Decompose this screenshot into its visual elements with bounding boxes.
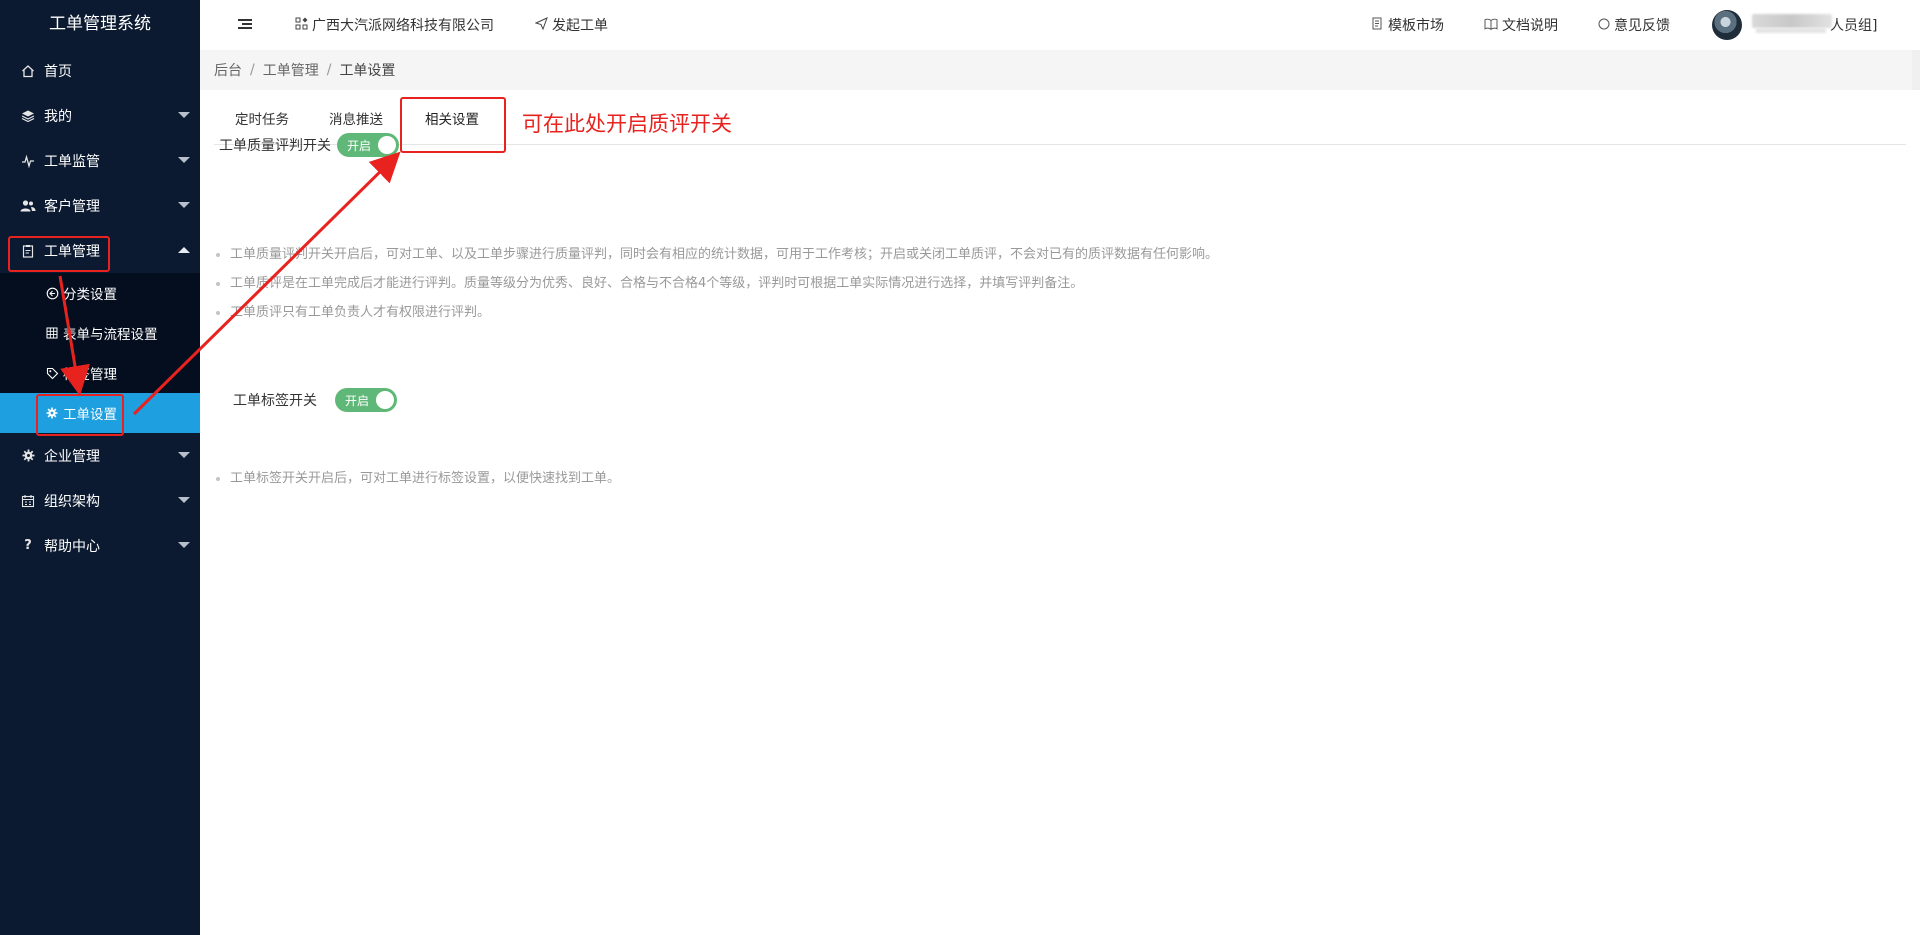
chevron-down-icon: [178, 542, 190, 548]
question-icon: ?: [24, 538, 32, 553]
chevron-down-icon: [178, 157, 190, 163]
tab-scheduled-tasks[interactable]: 定时任务: [235, 108, 289, 128]
template-market-label: 模板市场: [1388, 18, 1444, 34]
avatar[interactable]: [1712, 10, 1742, 40]
chat-icon: [1598, 18, 1610, 33]
start-ticket-link[interactable]: 发起工单: [534, 15, 608, 35]
tag-switch-row: 工单标签开关 开启: [233, 388, 397, 412]
sidebar-item-monitor[interactable]: 工单监管: [0, 138, 200, 183]
sidebar-item-customers[interactable]: 客户管理: [0, 183, 200, 228]
tag-icon: [45, 366, 59, 380]
sidebar-item-home[interactable]: 首页: [0, 48, 200, 93]
users-icon: [20, 198, 36, 214]
top-header: 广西大汽派网络科技有限公司 发起工单 模板市场 文档说明 意见反馈 人员组]: [200, 0, 1920, 50]
sidebar-item-label: 首页: [44, 63, 72, 80]
annotation-text: 可在此处开启质评开关: [522, 112, 732, 136]
sidebar-item-label: 帮助中心: [44, 538, 100, 555]
template-market-link[interactable]: 模板市场: [1372, 15, 1444, 35]
tag-switch[interactable]: 开启: [335, 388, 397, 412]
app-title: 工单管理系统: [49, 14, 151, 34]
sidebar-item-organization[interactable]: 组织架构: [0, 478, 200, 523]
template-icon: [1372, 17, 1384, 33]
grid-icon: [45, 326, 59, 340]
quality-switch-label: 工单质量评判开关: [219, 138, 331, 154]
feedback-link[interactable]: 意见反馈: [1598, 15, 1670, 35]
breadcrumb: 后台 / 工单管理 / 工单设置: [200, 50, 1920, 90]
gear-icon: [20, 448, 36, 464]
chevron-down-icon: [178, 202, 190, 208]
sidebar-subitem-category[interactable]: 分类设置: [0, 273, 200, 313]
main-content: 定时任务 消息推送 相关设置 工单质量评判开关 开启 工单质量评判开关开启后，可…: [200, 90, 1920, 935]
chevron-down-icon: [178, 497, 190, 503]
book-icon: [1484, 18, 1498, 33]
user-group-label[interactable]: 人员组]: [1830, 15, 1877, 35]
apps-icon: [295, 17, 308, 33]
sidebar-item-label: 企业管理: [44, 448, 100, 465]
home-icon: [20, 63, 36, 79]
list-item: 工单质评是在工单完成后才能进行评判。质量等级分为优秀、良好、合格与不合格4个等级…: [214, 269, 1218, 298]
sidebar-item-mine[interactable]: 我的: [0, 93, 200, 138]
breadcrumb-item[interactable]: 工单管理: [263, 60, 319, 80]
username-blurred-shadow: [1756, 28, 1826, 33]
breadcrumb-item-current: 工单设置: [339, 63, 396, 79]
calendar-icon: [20, 493, 36, 509]
sidebar-item-label: 客户管理: [44, 198, 100, 215]
docs-label: 文档说明: [1502, 18, 1558, 34]
start-ticket-label: 发起工单: [552, 18, 608, 34]
pulse-icon: [20, 153, 36, 169]
sidebar-subitem-label: 分类设置: [63, 287, 117, 303]
sidebar-subitem-form-flow[interactable]: 表单与流程设置: [0, 313, 200, 353]
quality-switch[interactable]: 开启: [337, 133, 399, 157]
quality-tips-list: 工单质量评判开关开启后，可对工单、以及工单步骤进行质量评判，同时会有相应的统计数…: [214, 240, 1218, 327]
annotation-box-subitem: [36, 394, 124, 436]
list-item: 工单质评只有工单负责人才有权限进行评判。: [214, 298, 1218, 327]
docs-link[interactable]: 文档说明: [1484, 15, 1558, 35]
breadcrumb-item[interactable]: 后台: [214, 60, 242, 80]
menu-toggle-icon[interactable]: [238, 17, 252, 31]
switch-knob: [376, 391, 394, 409]
list-item: 工单质量评判开关开启后，可对工单、以及工单步骤进行质量评判，同时会有相应的统计数…: [214, 240, 1218, 269]
annotation-box-menu: [8, 236, 110, 272]
sidebar-item-label: 我的: [44, 108, 72, 125]
quality-switch-row: 工单质量评判开关 开启: [219, 133, 399, 157]
sidebar-subitem-tags[interactable]: 标签管理: [0, 353, 200, 393]
sidebar: 工单管理系统 首页 我的 工单监管 客户管理 工单管理 分类设置 表单与流程设置…: [0, 0, 200, 935]
send-icon: [534, 17, 548, 33]
username-blurred: [1752, 14, 1832, 28]
sidebar-subitem-label: 表单与流程设置: [63, 327, 158, 343]
breadcrumb-separator: /: [326, 62, 332, 78]
annotation-box-tab: [400, 97, 506, 153]
category-icon: [45, 286, 59, 300]
list-item: 工单标签开关开启后，可对工单进行标签设置，以便快速找到工单。: [214, 464, 620, 493]
chevron-down-icon: [178, 452, 190, 458]
feedback-label: 意见反馈: [1614, 18, 1670, 34]
sidebar-item-label: 组织架构: [44, 493, 100, 510]
tag-tips-list: 工单标签开关开启后，可对工单进行标签设置，以便快速找到工单。: [214, 464, 620, 493]
tab-message-push[interactable]: 消息推送: [329, 108, 383, 128]
layers-icon: [20, 108, 36, 124]
sidebar-item-enterprise[interactable]: 企业管理: [0, 433, 200, 478]
switch-state-label: 开启: [345, 393, 370, 408]
sidebar-item-help[interactable]: ? 帮助中心: [0, 523, 200, 568]
switch-knob: [378, 136, 396, 154]
switch-state-label: 开启: [347, 138, 372, 153]
sidebar-subitem-label: 标签管理: [63, 367, 117, 383]
company-name: 广西大汽派网络科技有限公司: [312, 18, 494, 34]
tag-switch-label: 工单标签开关: [233, 393, 317, 409]
chevron-up-icon: [178, 247, 190, 253]
sidebar-item-label: 工单监管: [44, 153, 100, 170]
breadcrumb-separator: /: [250, 62, 255, 78]
company-switcher[interactable]: 广西大汽派网络科技有限公司: [295, 15, 494, 35]
chevron-down-icon: [178, 112, 190, 118]
